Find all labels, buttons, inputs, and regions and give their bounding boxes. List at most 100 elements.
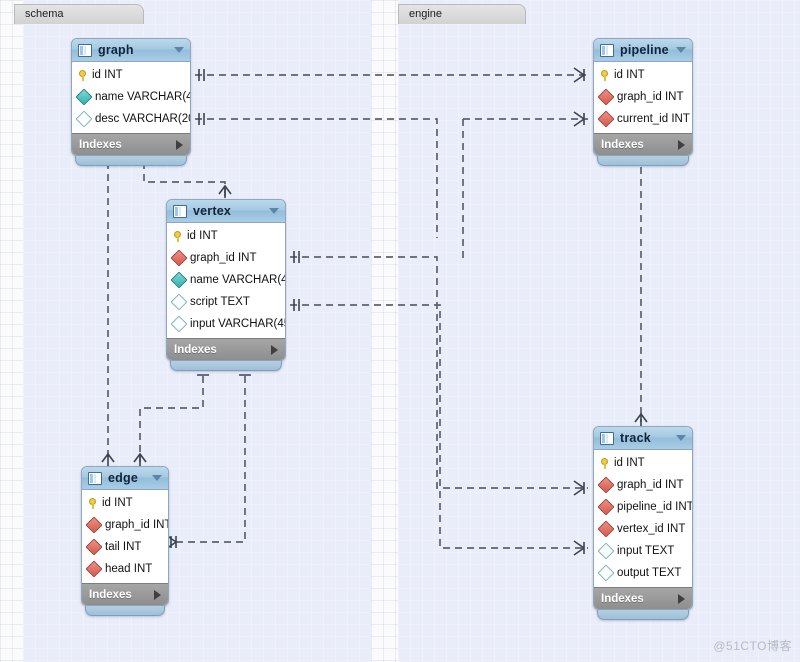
chevron-down-icon[interactable]	[152, 475, 162, 481]
table-box: pipeline id INT graph_id INT current_id INT…	[593, 38, 693, 156]
relationship-vertex-track-input[interactable]	[290, 299, 588, 556]
column-row[interactable]: id INT	[82, 492, 168, 514]
column-row[interactable]: id INT	[72, 64, 190, 86]
nullable-column-icon	[597, 564, 615, 582]
not-null-column-icon	[75, 88, 93, 106]
primary-key-icon	[600, 457, 609, 469]
column-row[interactable]: id INT	[594, 64, 692, 86]
primary-key-icon	[78, 69, 87, 81]
indexes-label: Indexes	[174, 343, 217, 356]
table-icon	[600, 431, 614, 445]
foreign-key-icon	[85, 560, 103, 578]
table-base-plate	[597, 610, 689, 620]
relationship-graph-edge[interactable]	[101, 150, 115, 466]
table-base-plate	[85, 606, 165, 616]
table-box: vertex id INT graph_id INT name VARCHAR(45)…	[166, 199, 286, 361]
relationship-vertex-track[interactable]	[290, 251, 588, 496]
expand-arrow-icon[interactable]	[154, 589, 161, 600]
column-label: vertex_id INT	[617, 523, 686, 535]
column-label: graph_id INT	[190, 252, 257, 264]
watermark: @51CTO博客	[713, 639, 792, 653]
indexes-section-vertex[interactable]: Indexes	[167, 338, 285, 360]
column-row[interactable]: desc VARCHAR(200)	[72, 108, 190, 130]
expand-arrow-icon[interactable]	[176, 139, 183, 150]
column-label: input VARCHAR(45)	[190, 318, 286, 330]
table-columns: id INT graph_id INT current_id INT	[594, 62, 692, 133]
table-name-label: edge	[108, 471, 138, 485]
column-row[interactable]: name VARCHAR(45)	[167, 269, 285, 291]
table-icon	[88, 471, 102, 485]
column-row[interactable]: script TEXT	[167, 291, 285, 313]
table-box: track id INT graph_id INT pipeline_id INT ve…	[593, 426, 693, 610]
column-row[interactable]: graph_id INT	[594, 86, 692, 108]
column-label: id INT	[614, 457, 645, 469]
column-row[interactable]: input VARCHAR(45)	[167, 313, 285, 335]
indexes-section-edge[interactable]: Indexes	[82, 583, 168, 605]
indexes-label: Indexes	[79, 138, 122, 151]
column-label: graph_id INT	[617, 479, 684, 491]
table-name-label: track	[620, 431, 651, 445]
column-row[interactable]: tail INT	[82, 536, 168, 558]
table-header-vertex[interactable]: vertex	[167, 200, 285, 223]
primary-key-icon	[600, 69, 609, 81]
column-label: id INT	[187, 230, 218, 242]
expand-arrow-icon[interactable]	[678, 593, 685, 604]
column-row[interactable]: graph_id INT	[82, 514, 168, 536]
chevron-down-icon[interactable]	[676, 47, 686, 53]
table-name-label: vertex	[193, 204, 232, 218]
chevron-down-icon[interactable]	[269, 208, 279, 214]
table-name-label: graph	[98, 43, 134, 57]
column-row[interactable]: id INT	[594, 452, 692, 474]
eer-diagram-canvas: schema engine graph id INT name VARCHAR(…	[0, 0, 800, 662]
indexes-section-pipeline[interactable]: Indexes	[594, 133, 692, 155]
relationship-graph-pipeline[interactable]	[195, 67, 588, 83]
table-icon	[78, 43, 92, 57]
column-label: tail INT	[105, 541, 142, 553]
column-label: current_id INT	[617, 113, 690, 125]
table-icon	[600, 43, 614, 57]
foreign-key-icon	[597, 476, 615, 494]
column-row[interactable]: output TEXT	[594, 562, 692, 584]
table-name-label: pipeline	[620, 43, 669, 57]
table-header-track[interactable]: track	[594, 427, 692, 450]
table-columns: id INT graph_id INT tail INT head INT	[82, 490, 168, 583]
primary-key-icon	[173, 230, 182, 242]
table-header-pipeline[interactable]: pipeline	[594, 39, 692, 62]
column-label: graph_id INT	[105, 519, 169, 531]
nullable-column-icon	[170, 315, 188, 333]
table-header-edge[interactable]: edge	[82, 467, 168, 490]
nullable-column-icon	[597, 542, 615, 560]
table-box: edge id INT graph_id INT tail INT head INT In…	[81, 466, 169, 606]
column-row[interactable]: graph_id INT	[594, 474, 692, 496]
indexes-label: Indexes	[89, 588, 132, 601]
column-label: id INT	[614, 69, 645, 81]
column-row[interactable]: pipeline_id INT	[594, 496, 692, 518]
column-row[interactable]: id INT	[167, 225, 285, 247]
chevron-down-icon[interactable]	[174, 47, 184, 53]
column-label: script TEXT	[190, 296, 250, 308]
column-label: head INT	[105, 563, 153, 575]
relationship-vertex-edge-tail[interactable]	[165, 364, 251, 550]
relationship-vertex-edge[interactable]	[133, 364, 209, 466]
indexes-section-track[interactable]: Indexes	[594, 587, 692, 609]
column-row[interactable]: input TEXT	[594, 540, 692, 562]
column-row[interactable]: name VARCHAR(45)	[72, 86, 190, 108]
column-label: output TEXT	[617, 567, 682, 579]
table-columns: id INT graph_id INT pipeline_id INT vertex_…	[594, 450, 692, 587]
column-row[interactable]: vertex_id INT	[594, 518, 692, 540]
foreign-key-icon	[85, 538, 103, 556]
relationship-pipeline-track[interactable]	[634, 155, 648, 426]
expand-arrow-icon[interactable]	[678, 139, 685, 150]
column-row[interactable]: current_id INT	[594, 108, 692, 130]
table-header-graph[interactable]: graph	[72, 39, 190, 62]
column-label: name VARCHAR(45)	[190, 274, 285, 286]
table-base-plate	[170, 361, 282, 371]
expand-arrow-icon[interactable]	[271, 344, 278, 355]
column-row[interactable]: head INT	[82, 558, 168, 580]
chevron-down-icon[interactable]	[676, 435, 686, 441]
indexes-section-graph[interactable]: Indexes	[72, 133, 190, 155]
column-label: name VARCHAR(45)	[95, 91, 190, 103]
foreign-key-icon	[597, 498, 615, 516]
column-row[interactable]: graph_id INT	[167, 247, 285, 269]
column-label: desc VARCHAR(200)	[95, 113, 190, 125]
